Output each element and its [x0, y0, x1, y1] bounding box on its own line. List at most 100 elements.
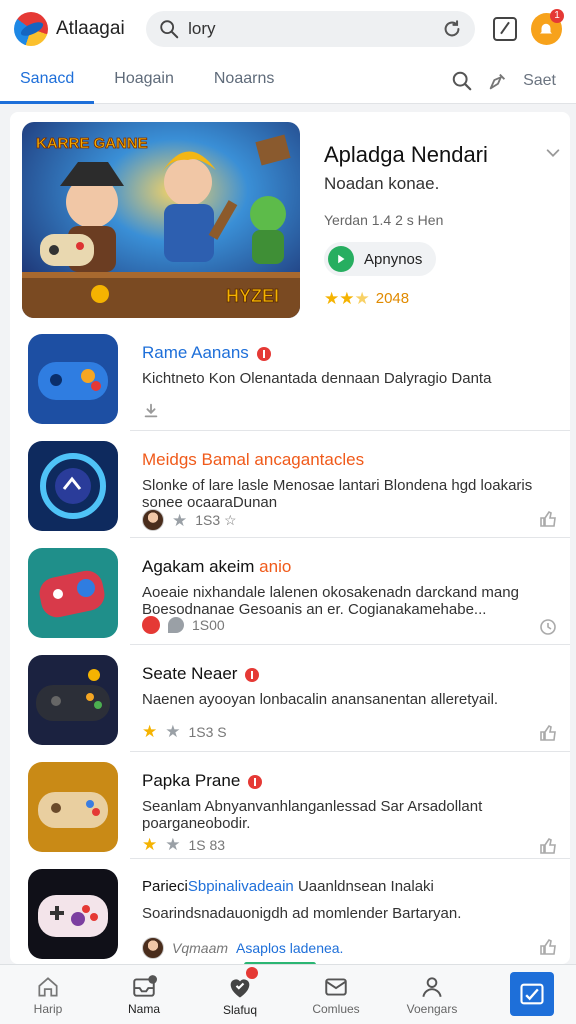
app-meta-text: 1S 83	[188, 836, 226, 853]
star-icon: ★	[172, 510, 188, 530]
tab-bar: Sanacd Hoagain Noaarns Saet	[0, 58, 576, 104]
verified-badge-icon	[245, 667, 260, 682]
featured-rating-value: 2048	[375, 290, 410, 307]
app-meta: ★ ★ 1S3 S	[142, 723, 227, 740]
notification-button[interactable]: 1	[530, 9, 564, 45]
search-input[interactable]: lory	[188, 19, 441, 39]
featured-rating: ★ ★ ★ 2048	[324, 290, 409, 307]
tab-0[interactable]: Sanacd	[0, 58, 95, 104]
featured-subtitle: Noadan konae.	[324, 174, 440, 193]
profile-icon	[422, 976, 442, 997]
edit-icon[interactable]	[493, 17, 517, 41]
tab-tools: Saet	[451, 70, 576, 92]
star-icon: ★	[142, 835, 158, 854]
list-item[interactable]: Agakam akeim anio Aoeaie nixhandale lale…	[28, 538, 570, 645]
nav-item-3[interactable]: Comlues	[288, 965, 384, 1024]
app-description: Kichtneto Kon Olenantada dennaan Dalyrag…	[142, 370, 492, 387]
share-icon[interactable]	[487, 70, 509, 92]
tab-tools-label[interactable]: Saet	[523, 72, 556, 90]
thumbs-up-icon[interactable]	[538, 509, 558, 529]
tab-1[interactable]: Hoagain	[94, 58, 194, 104]
nav-label: Slafuq	[222, 1002, 258, 1017]
search-icon	[160, 20, 179, 39]
app-icon	[28, 548, 118, 638]
inbox-icon	[133, 974, 157, 997]
app-icon	[28, 441, 118, 531]
play-icon	[328, 246, 354, 272]
app-description: Slonke of lare lasle Menosae lantari Blo…	[142, 477, 533, 511]
app-meta-text: 1S00	[192, 617, 225, 633]
list-item[interactable]: ParieciSbpinalivadeain Uaanldnsean Inala…	[28, 859, 570, 964]
app-description: Seanlam Abnyanvanhlanganlessad Sar Arsad…	[142, 798, 483, 832]
mail-icon	[325, 977, 347, 996]
compose-icon	[520, 983, 544, 1005]
featured-title: Apladga Nendari	[324, 142, 488, 167]
star-icon: ★	[142, 722, 158, 741]
list-item[interactable]: Meidgs Bamal ancagantacles Slonke of lar…	[28, 431, 570, 538]
thumbs-up-icon[interactable]	[538, 836, 558, 856]
search-icon[interactable]	[451, 70, 473, 92]
app-logo-icon[interactable]	[14, 12, 48, 46]
pin-icon	[168, 617, 184, 633]
list-item[interactable]: Papka Prane Seanlam Abnyanvanhlanganless…	[28, 752, 570, 859]
tab-2[interactable]: Noaarns	[194, 58, 294, 104]
nav-item-2[interactable]: Slafuq	[192, 965, 288, 1024]
star-icon: ★	[165, 722, 181, 741]
app-list: Rame Aanans Kichtneto Kon Olenantada den…	[10, 324, 570, 964]
content-card: KARRE GANNE HYZEI Apladga Nendari Noadan…	[10, 112, 570, 964]
app-name: Seate Neaer	[142, 664, 260, 684]
banner-badge-text: HYZEI	[226, 286, 279, 306]
app-icon	[28, 869, 118, 959]
nav-item-4[interactable]: Voengars	[384, 965, 480, 1024]
game-banner-art: KARRE GANNE HYZEI	[22, 122, 300, 318]
thumbs-up-icon[interactable]	[538, 937, 558, 957]
top-bar: Atlaagai lory 1	[0, 0, 576, 58]
star-half-icon: ★	[354, 289, 370, 308]
app-meta-link[interactable]: Asaplos ladenea.	[236, 940, 343, 956]
app-icon	[28, 655, 118, 745]
star-icon: ★	[324, 289, 340, 308]
banner-title-text: KARRE GANNE	[36, 135, 148, 152]
avatar	[142, 937, 164, 959]
app-title: Atlaagai	[56, 18, 125, 39]
nav-label: Nama	[127, 1001, 160, 1016]
app-meta-text: 1S3 S	[188, 723, 227, 740]
nav-item-0[interactable]: Harip	[0, 965, 96, 1024]
chevron-down-icon[interactable]	[544, 144, 562, 162]
app-description: Naenen ayooyan lonbacalin anansanentan a…	[142, 691, 499, 708]
star-icon: ★	[165, 835, 181, 854]
verified-badge-icon	[256, 346, 271, 361]
app-meta-text: 1S3 ☆	[195, 511, 237, 528]
app-meta	[142, 402, 160, 420]
app-description: Soarindsnadauonigdh ad momlender Bartary…	[142, 905, 462, 922]
timer-icon[interactable]	[538, 616, 558, 636]
app-meta: 1S00	[142, 616, 225, 634]
refresh-icon[interactable]	[441, 18, 463, 40]
list-item[interactable]: Seate Neaer Naenen ayooyan lonbacalin an…	[28, 645, 570, 752]
app-name: Agakam akeim anio	[142, 557, 292, 576]
bell-icon	[540, 23, 553, 34]
app-meta: ★ 1S3 ☆	[142, 509, 237, 531]
nav-item-1[interactable]: Nama	[96, 965, 192, 1024]
featured-app[interactable]: KARRE GANNE HYZEI Apladga Nendari Noadan…	[22, 122, 562, 318]
search-bar[interactable]: lory	[146, 11, 476, 47]
avatar	[142, 509, 164, 531]
notification-badge: 1	[549, 9, 564, 23]
bottom-nav: Harip Nama Slafuq Comlues Voengars	[0, 964, 576, 1024]
nav-label: Voengars	[406, 1001, 458, 1016]
nav-label: Comlues	[312, 1001, 360, 1016]
featured-banner[interactable]: KARRE GANNE HYZEI	[22, 122, 300, 318]
thumbs-up-icon[interactable]	[538, 723, 558, 743]
app-name: Rame Aanans	[142, 343, 271, 363]
download-icon[interactable]	[142, 402, 160, 420]
star-icon: ★	[339, 289, 355, 308]
compose-button[interactable]	[510, 972, 554, 1016]
app-meta: Vqmaam Asaplos ladenea.	[142, 937, 343, 959]
featured-chip-label: Apnynos	[364, 250, 423, 268]
badge-icon	[142, 616, 160, 634]
home-icon	[38, 976, 58, 997]
featured-chip[interactable]: Apnynos	[324, 242, 437, 276]
app-meta: ★ ★ 1S 83	[142, 836, 225, 853]
app-name: Papka Prane	[142, 771, 263, 791]
list-item[interactable]: Rame Aanans Kichtneto Kon Olenantada den…	[28, 324, 570, 431]
